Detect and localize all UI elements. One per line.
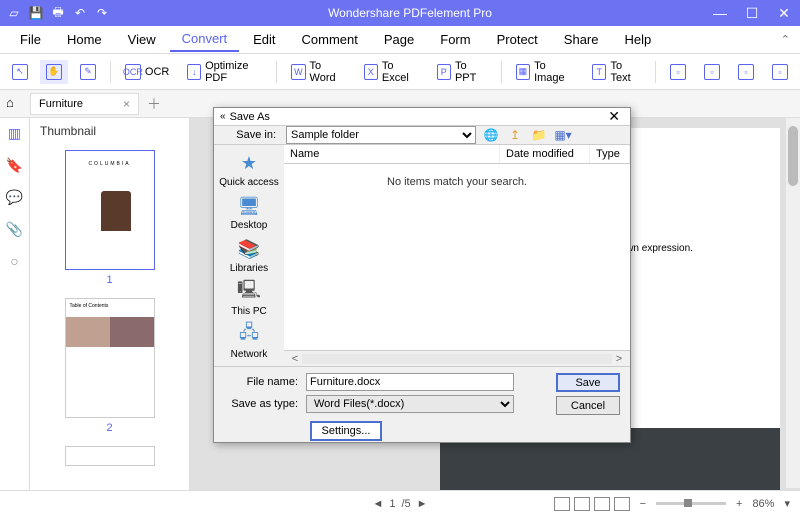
dialog-title: Save As xyxy=(226,111,605,123)
comment-panel-icon[interactable]: 💬 xyxy=(6,188,24,206)
menu-convert[interactable]: Convert xyxy=(170,27,240,52)
app-logo-icon[interactable]: ▱ xyxy=(6,5,22,21)
menu-view[interactable]: View xyxy=(116,28,168,51)
page-current: 1 xyxy=(389,498,395,510)
menu-page[interactable]: Page xyxy=(372,28,426,51)
select-tool[interactable]: ↖ xyxy=(6,60,34,84)
thumbnail-panel: Thumbnail COLUMBIA 1 Table of Contents 2 xyxy=(30,118,190,516)
minimize-button[interactable]: ― xyxy=(704,0,736,26)
views-icon[interactable]: ▦▾ xyxy=(554,126,572,144)
batch-4-button[interactable]: ▫ xyxy=(766,60,794,84)
thumbnail-number-1: 1 xyxy=(106,274,112,286)
vertical-scrollbar[interactable] xyxy=(786,118,800,488)
nav-this-pc[interactable]: 🖳This PC xyxy=(231,280,267,317)
zoom-out-button[interactable]: − xyxy=(640,498,646,510)
menu-help[interactable]: Help xyxy=(613,28,664,51)
col-type[interactable]: Type xyxy=(590,145,630,163)
menu-edit[interactable]: Edit xyxy=(241,28,287,51)
save-type-label: Save as type: xyxy=(224,398,298,410)
batch-1-button[interactable]: ▫ xyxy=(664,60,692,84)
save-as-dialog: « Save As ✕ Save in: Sample folder 🌐 ↥ 📁… xyxy=(213,107,631,443)
empty-message: No items match your search. xyxy=(284,164,630,350)
maximize-button[interactable]: ☐ xyxy=(736,0,768,26)
toolbar: ↖ ✋ ✎ OCROCR ↓Optimize PDF WTo Word XTo … xyxy=(0,54,800,90)
prev-page-button[interactable]: ◄ xyxy=(372,498,383,510)
left-sidebar: ▥ 🔖 💬 📎 ○ xyxy=(0,118,30,516)
nav-quick-access[interactable]: ★Quick access xyxy=(219,151,278,188)
to-ppt-button[interactable]: PTo PPT xyxy=(431,56,493,88)
titlebar: ▱ 💾 🖶 ↶ ↷ Wondershare PDFelement Pro ― ☐… xyxy=(0,0,800,26)
document-tab[interactable]: Furniture × xyxy=(30,93,139,115)
save-in-select[interactable]: Sample folder xyxy=(286,126,476,144)
nav-desktop[interactable]: 🖥Desktop xyxy=(231,194,268,231)
save-button[interactable]: Save xyxy=(556,373,620,392)
page-total: /5 xyxy=(401,498,410,510)
dialog-close-button[interactable]: ✕ xyxy=(604,108,624,125)
statusbar: ◄ 1 /5 ► − + 86% ▾ xyxy=(0,490,800,516)
print-icon[interactable]: 🖶 xyxy=(50,5,66,21)
next-page-button[interactable]: ► xyxy=(417,498,428,510)
save-type-select[interactable]: Word Files(*.docx) xyxy=(306,395,514,413)
to-word-button[interactable]: WTo Word xyxy=(285,56,351,88)
zoom-value: 86% xyxy=(752,498,774,510)
tab-close-icon[interactable]: × xyxy=(123,97,130,111)
menu-form[interactable]: Form xyxy=(428,28,482,51)
zoom-in-button[interactable]: + xyxy=(736,498,742,510)
home-tab-icon[interactable]: ⌂ xyxy=(6,95,24,113)
menu-share[interactable]: Share xyxy=(552,28,611,51)
thumbnail-page-1[interactable]: COLUMBIA xyxy=(65,150,155,270)
to-text-button[interactable]: TTo Text xyxy=(586,56,647,88)
menu-home[interactable]: Home xyxy=(55,28,114,51)
save-icon[interactable]: 💾 xyxy=(28,5,44,21)
back-icon[interactable]: 🌐 xyxy=(482,126,500,144)
nav-network[interactable]: 🖧Network xyxy=(231,323,268,360)
edit-tool[interactable]: ✎ xyxy=(74,60,102,84)
thumbnail-number-2: 2 xyxy=(106,422,112,434)
menu-comment[interactable]: Comment xyxy=(290,28,370,51)
menu-protect[interactable]: Protect xyxy=(485,28,550,51)
bookmark-panel-icon[interactable]: 🔖 xyxy=(6,156,24,174)
undo-icon[interactable]: ↶ xyxy=(72,5,88,21)
new-tab-button[interactable]: ＋ xyxy=(147,94,161,114)
cancel-button[interactable]: Cancel xyxy=(556,396,620,415)
view-single-icon[interactable] xyxy=(554,497,570,511)
window-title: Wondershare PDFelement Pro xyxy=(116,6,704,20)
up-icon[interactable]: ↥ xyxy=(506,126,524,144)
redo-icon[interactable]: ↷ xyxy=(94,5,110,21)
to-image-button[interactable]: ▦To Image xyxy=(510,56,580,88)
col-date[interactable]: Date modified xyxy=(500,145,590,163)
collapse-ribbon-icon[interactable]: ⌃ xyxy=(781,33,790,46)
nav-libraries[interactable]: 📚Libraries xyxy=(230,237,268,274)
settings-button[interactable]: Settings... xyxy=(310,421,382,441)
close-button[interactable]: ✕ xyxy=(768,0,800,26)
view-cont-icon[interactable] xyxy=(574,497,590,511)
save-in-label: Save in: xyxy=(222,129,276,141)
thumbnail-panel-icon[interactable]: ▥ xyxy=(6,124,24,142)
file-name-label: File name: xyxy=(224,376,298,388)
menubar: File Home View Convert Edit Comment Page… xyxy=(0,26,800,54)
thumbnail-page-2[interactable]: Table of Contents xyxy=(65,298,155,418)
new-folder-icon[interactable]: 📁 xyxy=(530,126,548,144)
file-name-input[interactable] xyxy=(306,373,514,391)
tab-label: Furniture xyxy=(39,98,83,110)
thumbnail-page-3[interactable] xyxy=(65,446,155,466)
dialog-nav: ★Quick access 🖥Desktop 📚Libraries 🖳This … xyxy=(214,145,284,366)
view-twocont-icon[interactable] xyxy=(614,497,630,511)
attachment-panel-icon[interactable]: 📎 xyxy=(6,220,24,238)
thumbnail-header: Thumbnail xyxy=(30,118,189,144)
menu-file[interactable]: File xyxy=(8,28,53,51)
optimize-button[interactable]: ↓Optimize PDF xyxy=(181,56,268,88)
ocr-button[interactable]: OCROCR xyxy=(119,60,175,84)
search-panel-icon[interactable]: ○ xyxy=(6,252,24,270)
dialog-file-list[interactable]: Name Date modified Type No items match y… xyxy=(284,145,630,366)
hand-tool[interactable]: ✋ xyxy=(40,60,68,84)
zoom-dropdown-icon[interactable]: ▾ xyxy=(784,497,790,510)
zoom-slider[interactable] xyxy=(656,502,726,505)
dialog-hscrollbar[interactable]: <> xyxy=(284,350,630,366)
batch-2-button[interactable]: ▫ xyxy=(698,60,726,84)
view-two-icon[interactable] xyxy=(594,497,610,511)
batch-3-button[interactable]: ▫ xyxy=(732,60,760,84)
col-name[interactable]: Name xyxy=(284,145,500,163)
to-excel-button[interactable]: XTo Excel xyxy=(358,56,425,88)
